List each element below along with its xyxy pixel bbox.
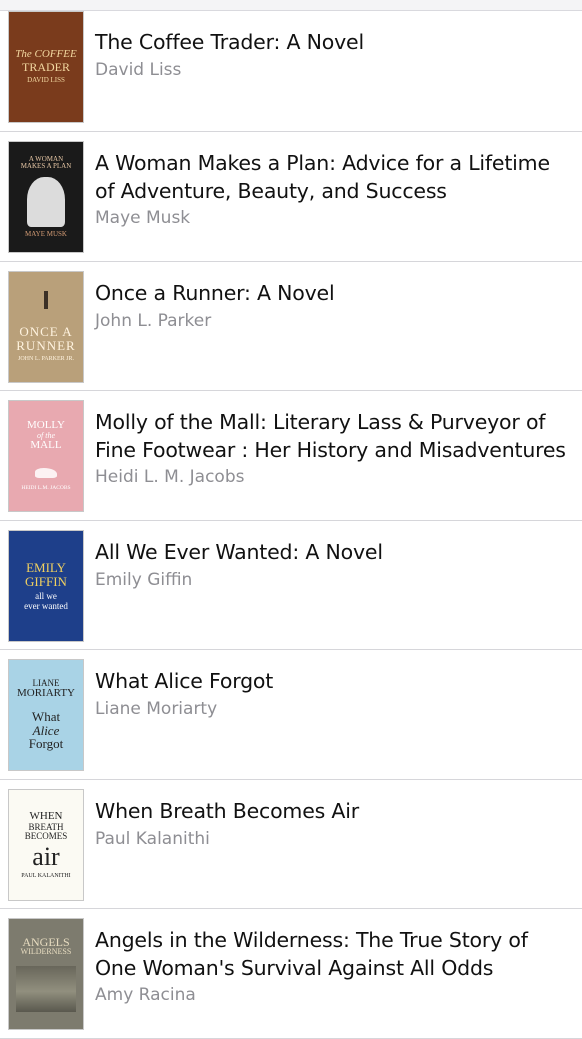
cover-text: BECOMES (24, 830, 68, 841)
book-title: A Woman Makes a Plan: Advice for a Lifet… (95, 151, 550, 203)
book-author: Amy Racina (95, 985, 196, 1005)
cover-text: Alice (32, 722, 60, 738)
book-cover: The COFFEE TRADER DAVID LISS (8, 11, 84, 123)
book-title: Once a Runner: A Novel (95, 281, 335, 305)
book-title: What Alice Forgot (95, 669, 274, 693)
book-cover: EMILY GIFFIN all we ever wanted (8, 530, 84, 642)
cover-text: What (31, 709, 61, 725)
cover-text: Forgot (28, 736, 64, 752)
cover-text: EMILY (26, 559, 66, 575)
book-title: The Coffee Trader: A Novel (95, 30, 364, 54)
cover-text: MAKES A PLAN (20, 162, 72, 171)
book-title: Angels in the Wilderness: The True Story… (95, 928, 528, 980)
cover-text: MALL (30, 439, 62, 452)
book-row[interactable]: The COFFEE TRADER DAVID LISS The Coffee … (0, 11, 582, 132)
book-cover: WHEN BREATH BECOMES air PAUL KALANITHI (8, 789, 84, 901)
book-row[interactable]: MOLLY of the MALL HEIDI L.M. JACOBS Moll… (0, 391, 582, 521)
cover-text: GIFFIN (25, 573, 67, 589)
portrait-image (27, 176, 65, 227)
cover-text: TRADER (22, 59, 70, 74)
cover-text: MAYE MUSK (25, 229, 67, 238)
book-row[interactable]: WHEN BREATH BECOMES air PAUL KALANITHI W… (0, 780, 582, 909)
book-author: David Liss (95, 59, 182, 80)
book-cover: MOLLY of the MALL HEIDI L.M. JACOBS (8, 400, 84, 512)
shoe-image (35, 467, 57, 478)
cover-text: RUNNER (16, 337, 76, 353)
book-author: Emily Giffin (95, 569, 193, 590)
cover-text: HEIDI L.M. JACOBS (21, 484, 71, 491)
book-author: Paul Kalanithi (95, 828, 210, 849)
book-title: Molly of the Mall: Literary Lass & Purve… (95, 410, 566, 462)
book-row[interactable]: ONCE A RUNNER JOHN L. PARKER JR. Once a … (0, 262, 582, 391)
book-author: John L. Parker (95, 310, 212, 331)
book-list: The COFFEE TRADER DAVID LISS The Coffee … (0, 11, 582, 1039)
book-author: Heidi L. M. Jacobs (95, 467, 245, 487)
cover-text: DAVID LISS (27, 76, 65, 85)
cover-text: ONCE A (19, 324, 73, 340)
top-edge (0, 0, 582, 11)
mountain-image (16, 966, 76, 1013)
runner-silhouette (44, 291, 48, 310)
book-row[interactable]: EMILY GIFFIN all we ever wanted All We E… (0, 521, 582, 650)
book-author: Liane Moriarty (95, 698, 218, 719)
cover-text: WILDERNESS (20, 947, 72, 957)
book-title: All We Ever Wanted: A Novel (95, 540, 383, 564)
book-cover: ANGELS WILDERNESS (8, 918, 84, 1030)
cover-text: air (32, 842, 60, 872)
book-row[interactable]: A WOMAN MAKES A PLAN MAYE MUSK A Woman M… (0, 132, 582, 262)
book-title: When Breath Becomes Air (95, 799, 359, 823)
book-cover: ONCE A RUNNER JOHN L. PARKER JR. (8, 271, 84, 383)
book-cover: A WOMAN MAKES A PLAN MAYE MUSK (8, 141, 84, 253)
book-cover: LIANE MORIARTY What Alice Forgot (8, 659, 84, 771)
book-row[interactable]: ANGELS WILDERNESS Angels in the Wilderne… (0, 909, 582, 1039)
cover-text: JOHN L. PARKER JR. (18, 356, 74, 363)
cover-text: PAUL KALANITHI (21, 872, 71, 879)
book-author: Maye Musk (95, 208, 191, 228)
cover-text: MORIARTY (16, 687, 75, 700)
cover-text: WHEN (29, 809, 63, 822)
cover-text: ever wanted (24, 600, 68, 611)
book-row[interactable]: LIANE MORIARTY What Alice Forgot What Al… (0, 650, 582, 780)
